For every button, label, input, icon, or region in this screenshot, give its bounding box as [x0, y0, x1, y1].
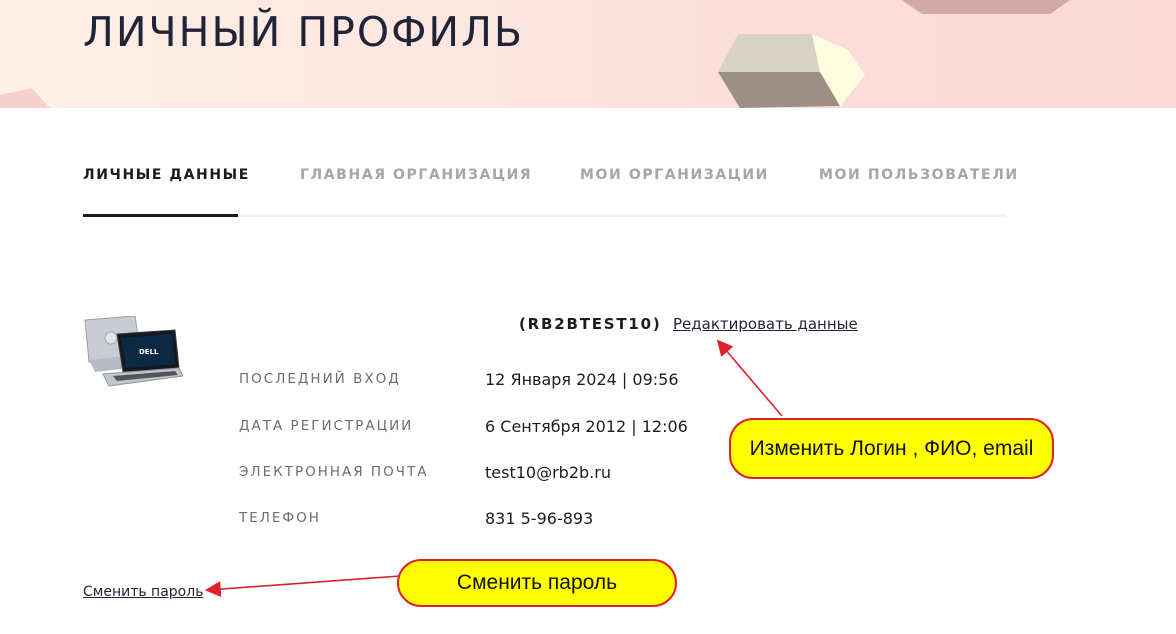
phone-label: ТЕЛЕФОН [239, 510, 321, 526]
registration-date-label: ДАТА РЕГИСТРАЦИИ [239, 418, 414, 434]
password-arrow [204, 575, 401, 598]
email-label: ЭЛЕКТРОННАЯ ПОЧТА [239, 464, 429, 480]
last-login-value: 12 Января 2024 | 09:56 [485, 370, 679, 389]
page-title: ЛИЧНЫЙ ПРОФИЛЬ [83, 8, 525, 56]
email-value: test10@rb2b.ru [485, 463, 611, 482]
header-banner: ЛИЧНЫЙ ПРОФИЛЬ [0, 0, 1176, 108]
tab-main-organization[interactable]: ГЛАВНАЯ ОРГАНИЗАЦИЯ [300, 167, 532, 183]
change-password-callout-text: Сменить пароль [456, 571, 618, 594]
edit-data-callout-text: Изменить Логин , ФИО, email [749, 436, 1034, 460]
change-password-link[interactable]: Сменить пароль [83, 584, 203, 600]
edit-profile-link[interactable]: Редактировать данные [673, 315, 858, 333]
profile-tabs: ЛИЧНЫЕ ДАННЫЕ ГЛАВНАЯ ОРГАНИЗАЦИЯ МОИ ОР… [83, 160, 1017, 217]
tab-my-users[interactable]: МОИ ПОЛЬЗОВАТЕЛИ [819, 167, 1019, 183]
svg-text:DELL: DELL [139, 348, 159, 356]
phone-value: 831 5-96-893 [485, 509, 594, 528]
change-password-callout: Сменить пароль [397, 559, 677, 607]
edit-data-callout: Изменить Логин , ФИО, email [729, 418, 1054, 479]
registration-date-value: 6 Сентября 2012 | 12:06 [485, 417, 688, 436]
avatar: DELL [84, 316, 183, 387]
user-login: (RB2BTEST10) [519, 315, 662, 333]
tab-personal-data[interactable]: ЛИЧНЫЕ ДАННЫЕ [83, 167, 250, 183]
active-tab-indicator [83, 214, 238, 217]
edit-arrow [716, 339, 783, 417]
last-login-label: ПОСЛЕДНИЙ ВХОД [239, 371, 401, 387]
tab-my-organizations[interactable]: МОИ ОРГАНИЗАЦИИ [580, 167, 769, 183]
